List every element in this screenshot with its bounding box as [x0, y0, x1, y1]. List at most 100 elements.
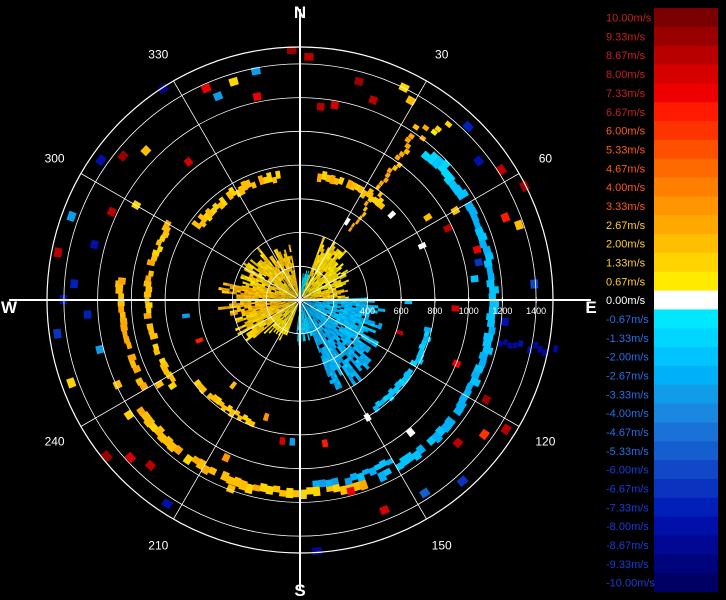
colorbar-swatch — [654, 535, 718, 555]
echo-block — [83, 310, 92, 319]
colorbar-label: 8.67m/s — [606, 50, 646, 62]
velocity-cell — [221, 306, 226, 310]
velocity-cell — [240, 296, 244, 299]
velocity-cell — [283, 249, 287, 254]
echo-block — [117, 150, 129, 162]
colorbar-swatch — [654, 384, 718, 405]
colorbar-label: 4.00m/s — [606, 182, 646, 194]
azimuth-spoke-line — [299, 80, 427, 301]
echo-block — [181, 313, 191, 319]
velocity-cell — [240, 302, 244, 306]
velocity-cell — [247, 297, 252, 300]
colorbar-swatch — [654, 441, 718, 461]
spoke-cell — [537, 345, 544, 354]
velocity-cell — [242, 317, 248, 321]
colorbar-label: 4.67m/s — [606, 163, 646, 175]
colorbar-label: -5.33m/s — [606, 446, 649, 458]
azimuth-spoke-line — [80, 299, 301, 427]
colorbar-label: 6.67m/s — [606, 107, 646, 119]
colorbar-swatch — [654, 45, 718, 66]
spoke-cell — [507, 342, 513, 349]
echo-block — [312, 547, 323, 556]
velocity-cell — [218, 306, 223, 310]
colorbar-label: -8.67m/s — [606, 540, 649, 552]
colorbar-label: -10.00m/s — [606, 578, 655, 590]
velocity-cell — [344, 279, 350, 283]
velocity-cell — [236, 296, 241, 299]
cardinal-east-label: E — [585, 298, 596, 317]
colorbar-swatch — [654, 26, 718, 47]
velocity-cell — [273, 328, 277, 333]
arc-cell — [486, 279, 495, 288]
velocity-cell — [240, 300, 244, 304]
azimuth-spoke-line — [80, 173, 301, 301]
echo-block — [330, 100, 340, 110]
azimuth-label-210: 210 — [148, 538, 168, 552]
echo-block — [321, 439, 329, 448]
echo-block — [100, 449, 113, 463]
colorbar-swatch — [654, 403, 718, 423]
echo-block — [456, 475, 469, 488]
arc-cell — [250, 181, 257, 189]
echo-block — [66, 210, 77, 222]
colorbar-label: -3.33m/s — [606, 389, 649, 401]
echo-block — [379, 504, 390, 516]
arc-cell — [285, 487, 294, 499]
arc-cell — [312, 480, 320, 487]
colorbar-label: -4.00m/s — [606, 408, 649, 420]
echo-block — [398, 82, 410, 93]
velocity-cell — [305, 270, 308, 275]
echo-block — [500, 212, 511, 223]
colorbar-swatch — [654, 365, 718, 386]
echo-block — [70, 279, 79, 289]
arc-cell — [259, 482, 268, 493]
colorbar-swatch — [654, 422, 718, 442]
echo-block — [106, 206, 117, 217]
velocity-cell — [363, 302, 368, 305]
colorbar-label: -6.00m/s — [606, 465, 649, 477]
arc-cell — [119, 317, 128, 326]
arc-cell — [312, 486, 321, 497]
arc-cell — [292, 490, 300, 498]
arc-cell — [489, 286, 499, 294]
velocity-cell — [232, 301, 237, 304]
arc-cell — [279, 489, 287, 497]
arc-cell — [306, 487, 314, 495]
velocity-cell — [240, 304, 245, 308]
colorbar-swatch — [654, 516, 718, 536]
echo-block — [387, 210, 397, 220]
azimuth-label-150: 150 — [432, 538, 452, 552]
velocity-cell — [288, 244, 291, 249]
spoke-cell — [526, 346, 533, 354]
velocity-cell — [341, 296, 346, 299]
colorbar-label: -8.00m/s — [606, 521, 649, 533]
spoke-cell — [354, 219, 360, 225]
echo-block — [144, 459, 157, 472]
arc-cell — [486, 319, 496, 328]
echo-block — [452, 437, 464, 449]
colorbar-swatch — [654, 497, 718, 518]
velocity-cell — [225, 288, 230, 292]
velocity-cell — [268, 329, 273, 334]
colorbar-label: -0.67m/s — [606, 314, 649, 326]
velocity-cell — [240, 294, 245, 298]
azimuth-label-240: 240 — [45, 435, 65, 449]
range-label: 400 — [360, 306, 375, 316]
colorbar-swatch — [654, 102, 718, 122]
echo-block — [368, 95, 379, 105]
echo-block — [473, 155, 485, 167]
echo-block — [423, 212, 433, 222]
spoke-cell — [444, 120, 453, 129]
velocity-cell — [291, 259, 294, 264]
velocity-cell — [377, 308, 382, 312]
arc-cell — [143, 312, 152, 320]
arc-cell — [182, 453, 194, 466]
spoke-cell — [502, 338, 509, 346]
velocity-cell — [297, 337, 299, 342]
arc-cell — [127, 353, 137, 363]
velocity-cell — [243, 302, 248, 305]
colorbar-label: 0.67m/s — [606, 276, 646, 288]
arc-cell — [145, 286, 153, 293]
echo-block — [470, 275, 479, 283]
echo-block — [500, 317, 510, 327]
